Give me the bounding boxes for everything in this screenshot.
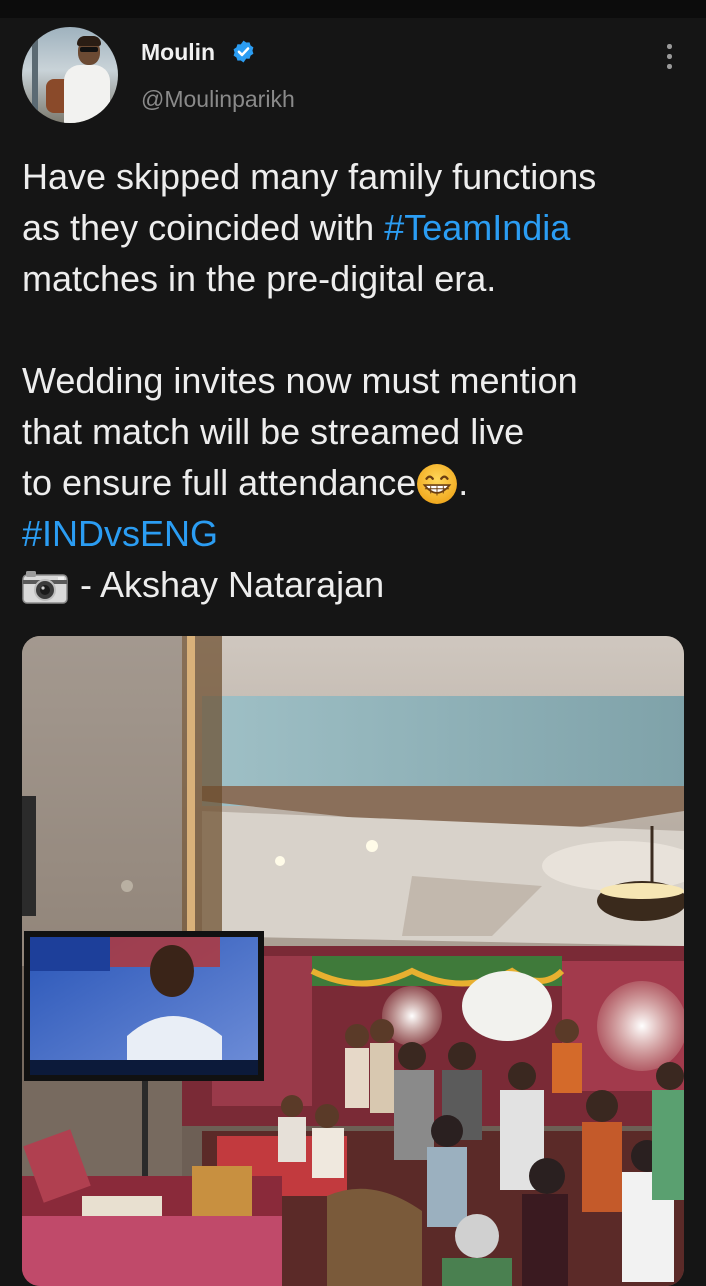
avatar[interactable] <box>22 27 118 123</box>
tweet-text-span: . <box>458 462 469 503</box>
author-name[interactable]: Moulin <box>141 39 215 66</box>
hashtag-link[interactable]: #INDvsENG <box>22 513 218 554</box>
tweet-line: as they coincided with #TeamIndia <box>22 202 692 253</box>
avatar-background <box>32 27 38 123</box>
grinning-face-emoji-icon <box>417 464 458 504</box>
avatar-shirt <box>64 65 110 123</box>
author-handle[interactable]: @Moulinparikh <box>141 86 295 113</box>
tweet-line: Have skipped many family functions <box>22 156 597 197</box>
tweet-photo[interactable] <box>22 636 684 1286</box>
tweet-text: Have skipped many family functions as th… <box>22 151 692 610</box>
tweet-line: matches in the pre-digital era. <box>22 258 497 299</box>
tweet-text-span: as they coincided with <box>22 207 385 248</box>
tweet-line: Wedding invites now must mention <box>22 360 578 401</box>
hashtag-link[interactable]: #TeamIndia <box>384 207 570 248</box>
camera-icon <box>22 571 68 604</box>
tweet-line: that match will be streamed live <box>22 411 525 452</box>
verified-badge-icon <box>233 40 254 63</box>
tweet-line: #INDvsENG <box>22 508 692 559</box>
avatar-sunglasses <box>80 47 98 52</box>
tweet-header: Moulin @Moulinparikh <box>0 18 706 128</box>
status-bar-strip <box>0 0 706 18</box>
wedding-hall-image <box>22 636 684 1286</box>
photo-credit: - Akshay Natarajan <box>80 564 385 605</box>
tweet-line: to ensure full attendance . <box>22 457 692 508</box>
more-options-button[interactable] <box>655 40 683 74</box>
tweet-text-span: to ensure full attendance <box>22 462 417 503</box>
avatar-hair <box>77 36 101 46</box>
tweet-line: - Akshay Natarajan <box>22 559 692 610</box>
